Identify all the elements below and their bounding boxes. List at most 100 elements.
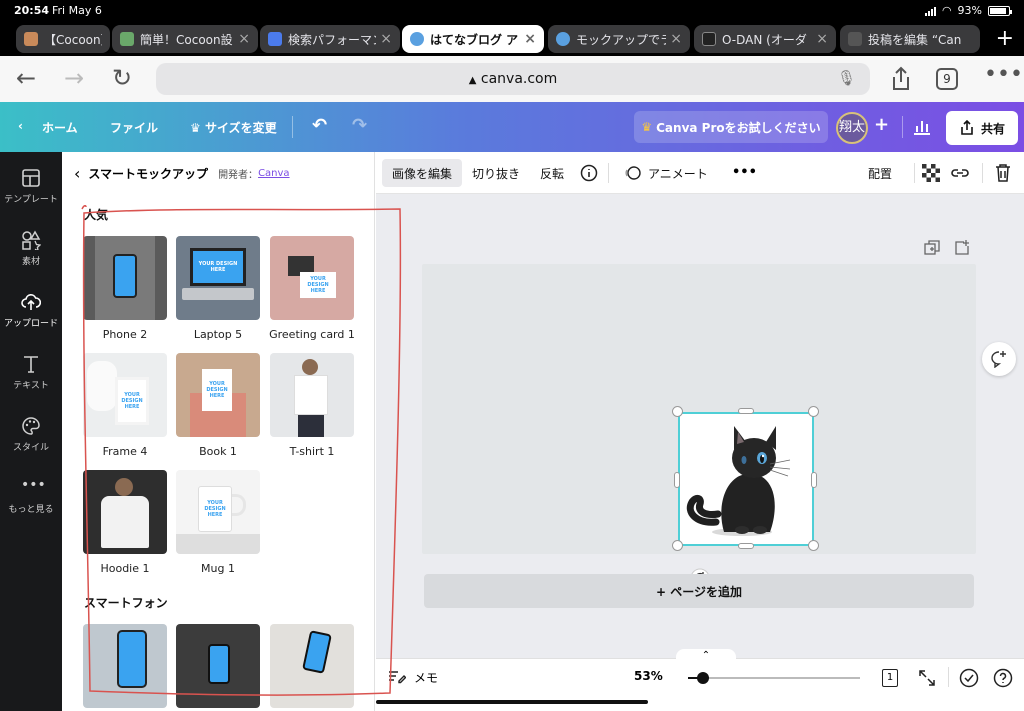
address-bar[interactable]: ▲ canva.com 🎙 (156, 63, 870, 95)
editor-toolbar: 画像を編集 切り抜き 反転 アニメート ••• 配置 (376, 152, 1024, 194)
animate-button[interactable]: アニメート (614, 159, 718, 187)
resize-handle[interactable] (808, 540, 819, 551)
add-page-icon[interactable] (954, 240, 970, 256)
reload-icon[interactable]: ↻ (112, 64, 132, 92)
resize-handle[interactable] (674, 472, 680, 488)
phone-screen (117, 630, 147, 688)
close-tab-icon[interactable]: × (380, 31, 392, 47)
info-icon[interactable] (580, 164, 598, 182)
crop-button[interactable]: 切り抜き (462, 159, 530, 187)
help-icon[interactable] (993, 668, 1013, 688)
mockup-thumb-smartphone[interactable] (270, 624, 354, 708)
fullscreen-icon[interactable] (918, 669, 936, 687)
position-button[interactable]: 配置 (858, 159, 902, 187)
elements-icon (22, 230, 41, 250)
selected-image[interactable] (678, 412, 814, 546)
more-options-icon[interactable]: ••• (732, 165, 757, 180)
mockup-thumb-frame[interactable]: YOUR DESIGN HERE (83, 353, 167, 437)
frame-screen: YOUR DESIGN HERE (115, 377, 149, 425)
rail-item-elements[interactable]: 素材 (0, 230, 62, 267)
signal-icon (924, 6, 936, 16)
browser-tab[interactable]: 投稿を編集 “Can (840, 25, 980, 53)
mockup-thumb-book[interactable]: YOUR DESIGN HERE (176, 353, 260, 437)
upload-share-icon (961, 120, 973, 135)
page-number[interactable]: 1 (882, 669, 898, 687)
chevron-up-icon[interactable]: ⌃ (676, 649, 736, 661)
insights-chart-icon[interactable] (912, 118, 932, 136)
mockup-thumb-mug[interactable]: YOUR DESIGN HERE (176, 470, 260, 554)
laptop-screen: YOUR DESIGN HERE (190, 248, 246, 286)
divider (292, 116, 293, 138)
close-tab-icon[interactable]: × (238, 31, 250, 47)
rail-item-uploads[interactable]: アップロード (0, 292, 62, 329)
forward-arrow-icon[interactable]: → (64, 64, 84, 92)
favicon-icon (410, 32, 424, 46)
browser-tab[interactable]: モックアップでラ × (548, 25, 690, 53)
check-circle-icon[interactable] (959, 668, 979, 688)
resize-handle[interactable] (738, 408, 754, 414)
browser-tab[interactable]: 簡単！Cocoon設 × (112, 25, 258, 53)
browser-tab[interactable]: 検索パフォーマン × (260, 25, 400, 53)
undo-icon[interactable]: ↶ (312, 115, 327, 136)
more-icon[interactable]: ••• (984, 62, 1023, 87)
resize-button[interactable]: ♛ サイズを変更 (190, 119, 277, 136)
share-button[interactable]: 共有 (946, 111, 1018, 145)
redo-icon[interactable]: ↷ (352, 115, 367, 136)
resize-handle[interactable] (672, 540, 683, 551)
close-tab-icon[interactable]: × (524, 31, 536, 47)
new-tab-icon[interactable]: + (996, 26, 1014, 51)
close-tab-icon[interactable]: × (670, 31, 682, 47)
add-member-icon[interactable]: + (874, 114, 889, 135)
mockup-label: Book 1 (199, 445, 237, 458)
canva-pro-button[interactable]: ♛ Canva Proをお試しください (634, 111, 828, 143)
share-sheet-icon[interactable] (890, 66, 912, 92)
avatar[interactable]: 翔太 (836, 112, 868, 144)
table-image (176, 534, 260, 554)
hoodie-image (101, 496, 149, 548)
tshirt-image (294, 375, 328, 415)
add-page-button[interactable]: + ページを追加 (424, 574, 974, 608)
zoom-slider-handle[interactable] (697, 672, 710, 684)
resize-handle[interactable] (811, 472, 817, 488)
edit-image-button[interactable]: 画像を編集 (382, 159, 463, 187)
microphone-icon[interactable]: 🎙 (837, 69, 856, 87)
flip-button[interactable]: 反転 (530, 159, 574, 187)
file-menu[interactable]: ファイル (110, 119, 158, 136)
close-tab-icon[interactable]: × (816, 31, 828, 47)
resize-handle[interactable] (738, 543, 754, 549)
mockup-label: Laptop 5 (193, 328, 243, 341)
tab-overview-button[interactable]: 9 (936, 68, 958, 90)
duplicate-page-icon[interactable] (924, 240, 940, 256)
chevron-left-icon[interactable]: ‹ (74, 164, 80, 183)
trash-icon[interactable] (994, 163, 1012, 183)
transparency-icon[interactable] (922, 164, 940, 182)
mockup-thumb-smartphone[interactable] (83, 624, 167, 708)
zoom-slider[interactable] (688, 672, 860, 684)
comment-button[interactable] (982, 342, 1016, 376)
resize-handle[interactable] (672, 406, 683, 417)
rail-item-more[interactable]: ••• もっと見る (0, 478, 62, 515)
mockup-thumb-phone[interactable] (83, 236, 167, 320)
rail-item-templates[interactable]: テンプレート (0, 168, 62, 205)
mockup-thumb-tshirt[interactable] (270, 353, 354, 437)
divider (608, 163, 609, 183)
home-link[interactable]: ホーム (42, 119, 78, 136)
mockup-thumb-hoodie[interactable] (83, 470, 167, 554)
browser-tab[interactable]: O-DAN (オーダ × (694, 25, 836, 53)
chevron-left-icon[interactable]: ‹ (18, 119, 23, 133)
phone-screen (113, 254, 137, 298)
mockup-thumb-smartphone[interactable] (176, 624, 260, 708)
rail-item-styles[interactable]: スタイル (0, 416, 62, 453)
link-icon[interactable] (950, 164, 970, 182)
design-page[interactable] (422, 264, 976, 588)
back-arrow-icon[interactable]: ← (16, 64, 36, 92)
panel-header: ‹ スマートモックアップ 開発者： Canva (62, 152, 374, 194)
browser-tab[interactable]: 【Cocoon】 (16, 25, 110, 53)
mockup-thumb-greeting-card[interactable]: YOUR DESIGN HERE (270, 236, 354, 320)
notes-button[interactable]: メモ (414, 669, 438, 686)
developer-link[interactable]: Canva (258, 168, 290, 179)
resize-handle[interactable] (808, 406, 819, 417)
mockup-thumb-laptop[interactable]: YOUR DESIGN HERE (176, 236, 260, 320)
rail-item-text[interactable]: テキスト (0, 354, 62, 391)
browser-tab-active[interactable]: はてなブログ ア × (402, 25, 544, 53)
